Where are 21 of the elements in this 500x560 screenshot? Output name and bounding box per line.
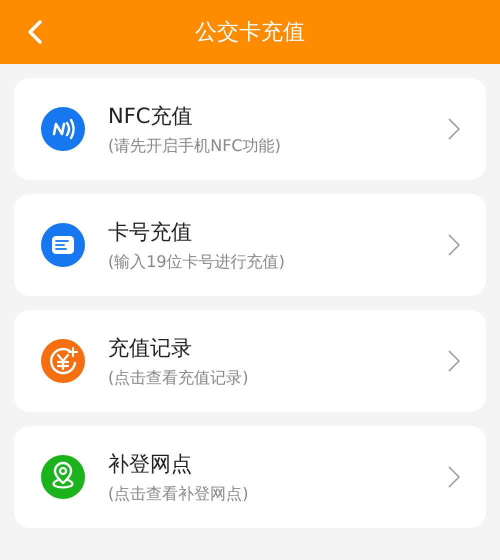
menu-card[interactable]: NFC充值 (请先开启手机NFC功能) — [14, 78, 486, 180]
chevron-icon — [448, 234, 460, 256]
page-title: 公交卡充值 — [195, 19, 305, 47]
item-description: (点击查看充值记录) — [108, 368, 250, 388]
item-description: (点击查看补登网点) — [108, 484, 250, 504]
nfc-icon — [40, 106, 86, 152]
chevron-icon — [448, 466, 460, 488]
item-title: 充值记录 — [108, 334, 193, 362]
chevron-icon — [448, 350, 460, 372]
menu-card[interactable]: 充值记录 (点击查看充值记录) — [14, 310, 486, 412]
item-description: (输入19位卡号进行充值) — [108, 252, 286, 272]
menu-card[interactable]: 补登网点 (点击查看补登网点) — [14, 426, 486, 528]
card-icon — [40, 222, 86, 268]
location-icon — [40, 454, 86, 500]
menu-card[interactable]: 卡号充值 (输入19位卡号进行充值) — [14, 194, 486, 296]
money-icon — [40, 338, 86, 384]
item-title: 补登网点 — [108, 450, 193, 478]
chevron-icon — [448, 118, 460, 140]
item-title: NFC充值 — [108, 102, 194, 130]
item-title: 卡号充值 — [108, 218, 193, 246]
item-description: (请先开启手机NFC功能) — [108, 136, 282, 156]
